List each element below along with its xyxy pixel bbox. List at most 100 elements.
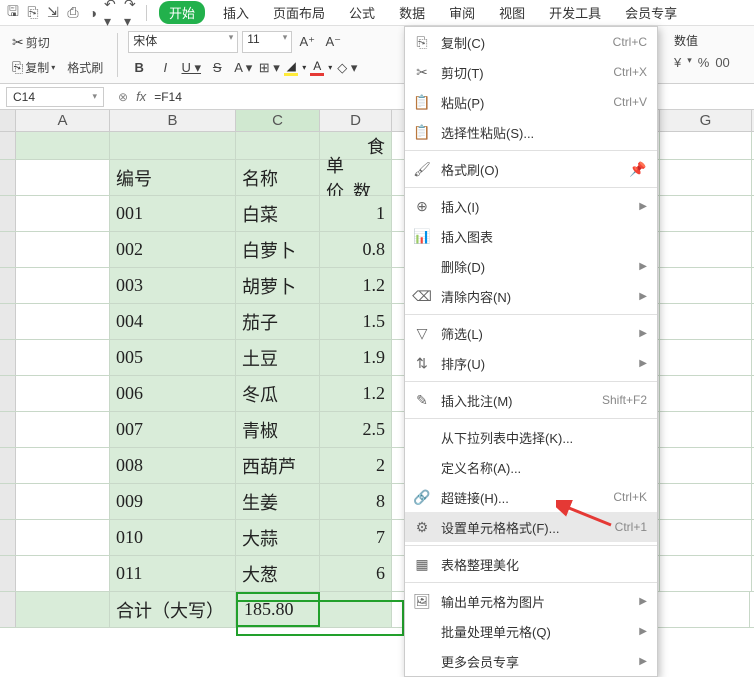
undo-icon[interactable]: ↶ ▾: [104, 4, 122, 22]
total-label[interactable]: 合计（大写）: [110, 592, 236, 627]
strikethrough-button[interactable]: S: [206, 57, 228, 79]
cell-name[interactable]: 白萝卜: [236, 232, 320, 267]
ctx-item[interactable]: 🖼 输出单元格为图片 ▶: [405, 586, 657, 616]
cell-price[interactable]: 1: [320, 196, 392, 231]
ctx-item[interactable]: 🔗 超链接(H)... Ctrl+K: [405, 482, 657, 512]
print-icon[interactable]: ⎙: [64, 4, 82, 22]
tab-data[interactable]: 数据: [393, 1, 431, 24]
tab-developer[interactable]: 开发工具: [543, 1, 607, 24]
decimal-icon[interactable]: 00: [715, 55, 729, 70]
open-icon[interactable]: ⎘: [24, 4, 42, 22]
cell-price[interactable]: 2: [320, 448, 392, 483]
ctx-item[interactable]: ⌫ 清除内容(N) ▶: [405, 281, 657, 311]
cell-name[interactable]: 土豆: [236, 340, 320, 375]
cell-price[interactable]: 1.2: [320, 376, 392, 411]
tab-review[interactable]: 审阅: [443, 1, 481, 24]
ctx-item[interactable]: 删除(D) ▶: [405, 251, 657, 281]
cell-price[interactable]: 1.2: [320, 268, 392, 303]
tab-formula[interactable]: 公式: [343, 1, 381, 24]
cell-id[interactable]: 011: [110, 556, 236, 591]
ctx-item[interactable]: ⊕ 插入(I) ▶: [405, 191, 657, 221]
ctx-item[interactable]: 更多会员专享 ▶: [405, 646, 657, 676]
name-box[interactable]: C14▾: [6, 87, 104, 107]
ctx-item[interactable]: ⎘ 复制(C) Ctrl+C: [405, 27, 657, 57]
cell-name[interactable]: 生姜: [236, 484, 320, 519]
cell-name[interactable]: 西葫芦: [236, 448, 320, 483]
ctx-item[interactable]: ▦ 表格整理美化: [405, 549, 657, 579]
font-color-button[interactable]: A: [310, 59, 324, 76]
save-icon[interactable]: 🖫: [4, 4, 22, 22]
ctx-item[interactable]: 定义名称(A)...: [405, 452, 657, 482]
text-effect-button[interactable]: A ▾: [232, 57, 254, 79]
col-header-d[interactable]: D: [320, 110, 392, 131]
currency-icon[interactable]: ¥: [674, 55, 681, 70]
copy-button[interactable]: ⎘复制▾: [8, 57, 59, 78]
cell-id[interactable]: 006: [110, 376, 236, 411]
cancel-icon[interactable]: ⊗: [118, 90, 128, 104]
ctx-item[interactable]: 批量处理单元格(Q) ▶: [405, 616, 657, 646]
percent-icon[interactable]: %: [698, 55, 710, 70]
tab-member[interactable]: 会员专享: [619, 1, 683, 24]
cell-price[interactable]: 6: [320, 556, 392, 591]
cell-id[interactable]: 008: [110, 448, 236, 483]
cell-id[interactable]: 007: [110, 412, 236, 447]
cell-id[interactable]: 003: [110, 268, 236, 303]
ctx-item[interactable]: ✂ 剪切(T) Ctrl+X: [405, 57, 657, 87]
font-size-select[interactable]: 11 ▾: [242, 31, 292, 53]
cell-name[interactable]: 胡萝卜: [236, 268, 320, 303]
underline-button[interactable]: U ▾: [180, 57, 202, 79]
ctx-item[interactable]: ✎ 插入批注(M) Shift+F2: [405, 385, 657, 415]
cell-id[interactable]: 004: [110, 304, 236, 339]
fill-color-button[interactable]: ◢: [284, 59, 298, 76]
ctx-item[interactable]: 📊 插入图表: [405, 221, 657, 251]
cell-name[interactable]: 冬瓜: [236, 376, 320, 411]
ctx-item[interactable]: ⇅ 排序(U) ▶: [405, 348, 657, 378]
ctx-item[interactable]: ⚙ 设置单元格格式(F)... Ctrl+1: [405, 512, 657, 542]
redo-icon[interactable]: ↷ ▾: [124, 4, 142, 22]
total-value-c[interactable]: 185.80: [236, 592, 320, 627]
decrease-font-icon[interactable]: A⁻: [322, 31, 344, 53]
cell-id[interactable]: 009: [110, 484, 236, 519]
cell-price[interactable]: 8: [320, 484, 392, 519]
cell-id[interactable]: 001: [110, 196, 236, 231]
col-header-g[interactable]: G: [660, 110, 752, 131]
cell-price[interactable]: 1.5: [320, 304, 392, 339]
col-header-c[interactable]: C: [236, 110, 320, 131]
bold-button[interactable]: B: [128, 57, 150, 79]
clear-format-button[interactable]: ◇ ▾: [336, 57, 358, 79]
cut-button[interactable]: ✂剪切: [8, 32, 107, 53]
ctx-item[interactable]: 从下拉列表中选择(K)...: [405, 422, 657, 452]
ctx-item[interactable]: 📋 粘贴(P) Ctrl+V: [405, 87, 657, 117]
cell-price[interactable]: 7: [320, 520, 392, 555]
cell-id[interactable]: 005: [110, 340, 236, 375]
cell-name[interactable]: 茄子: [236, 304, 320, 339]
cell-id[interactable]: 002: [110, 232, 236, 267]
cell-price[interactable]: 0.8: [320, 232, 392, 267]
italic-button[interactable]: I: [154, 57, 176, 79]
tab-start[interactable]: 开始: [159, 1, 205, 24]
export-icon[interactable]: ⇲: [44, 4, 62, 22]
fx-icon[interactable]: fx: [136, 89, 146, 104]
cell-price[interactable]: 2.5: [320, 412, 392, 447]
preview-icon[interactable]: ◑: [84, 4, 102, 22]
cell-name[interactable]: 青椒: [236, 412, 320, 447]
tab-page-layout[interactable]: 页面布局: [267, 1, 331, 24]
ctx-item[interactable]: ▽ 筛选(L) ▶: [405, 318, 657, 348]
tab-view[interactable]: 视图: [493, 1, 531, 24]
cell-name[interactable]: 白菜: [236, 196, 320, 231]
format-painter-button[interactable]: 格式刷: [63, 57, 107, 78]
border-button[interactable]: ⊞ ▾: [258, 57, 280, 79]
cell-name[interactable]: 大蒜: [236, 520, 320, 555]
font-name-select[interactable]: 宋体 ▾: [128, 31, 238, 53]
header-price[interactable]: 单价 数: [320, 160, 392, 195]
select-all-corner[interactable]: [0, 110, 16, 131]
cell-name[interactable]: 大葱: [236, 556, 320, 591]
col-header-a[interactable]: A: [16, 110, 110, 131]
cell-price[interactable]: 1.9: [320, 340, 392, 375]
ctx-item[interactable]: 📋 选择性粘贴(S)...: [405, 117, 657, 147]
header-id[interactable]: 编号: [110, 160, 236, 195]
cell-id[interactable]: 010: [110, 520, 236, 555]
tab-insert[interactable]: 插入: [217, 1, 255, 24]
increase-font-icon[interactable]: A⁺: [296, 31, 318, 53]
col-header-b[interactable]: B: [110, 110, 236, 131]
